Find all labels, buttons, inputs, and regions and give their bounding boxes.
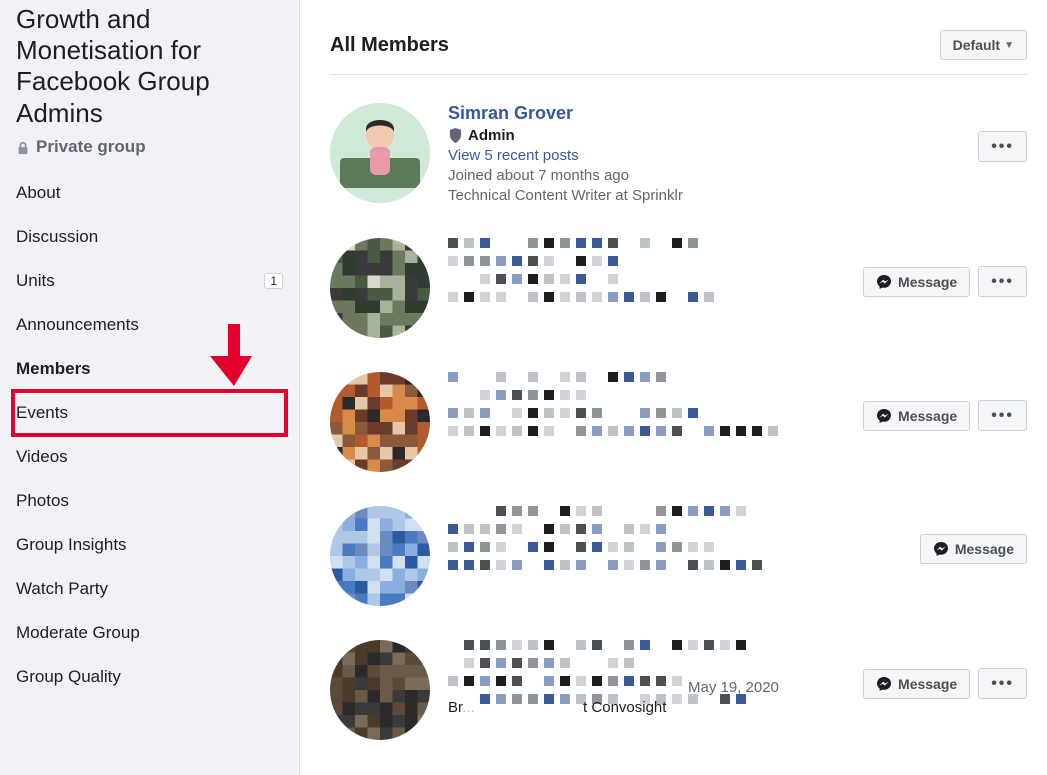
sidebar-item-about[interactable]: About <box>0 171 299 215</box>
member-name-link[interactable]: Simran Grover <box>448 103 960 124</box>
sidebar-item-label: Watch Party <box>16 579 108 599</box>
more-options-button[interactable]: ••• <box>978 668 1027 699</box>
member-actions: Message <box>920 534 1027 564</box>
messenger-icon <box>933 541 949 557</box>
member-row: Message <box>330 496 1027 630</box>
sidebar: Growth and Monetisation for Facebook Gro… <box>0 0 300 775</box>
member-row: Message ••• <box>330 362 1027 496</box>
member-avatar[interactable] <box>330 640 430 740</box>
messenger-icon <box>876 408 892 424</box>
member-info: May 19, 2020Br... t Convosight <box>448 640 845 716</box>
sidebar-item-moderate-group[interactable]: Moderate Group <box>0 611 299 655</box>
member-list: Simran Grover Admin View 5 recent posts Joi… <box>330 75 1027 764</box>
group-title: Growth and Monetisation for Facebook Gro… <box>0 4 299 137</box>
sidebar-item-badge: 1 <box>264 273 283 289</box>
message-label: Message <box>898 676 957 692</box>
sidebar-item-label: Group Quality <box>16 667 121 687</box>
sidebar-item-label: Moderate Group <box>16 623 140 643</box>
messenger-icon <box>876 676 892 692</box>
member-actions: Message ••• <box>863 668 1027 699</box>
lock-icon <box>16 140 30 154</box>
member-info <box>448 238 845 302</box>
message-button[interactable]: Message <box>863 401 970 431</box>
sort-label: Default <box>953 37 1000 53</box>
sidebar-item-units[interactable]: Units 1 <box>0 259 299 303</box>
admin-label: Admin <box>468 127 515 144</box>
work-text: Technical Content Writer at Sprinklr <box>448 187 960 204</box>
sidebar-item-group-insights[interactable]: Group Insights <box>0 523 299 567</box>
sidebar-item-announcements[interactable]: Announcements <box>0 303 299 347</box>
blurred-text-block <box>448 238 845 302</box>
sidebar-item-label: Members <box>16 359 91 379</box>
visible-work-fragment: Br... t Convosight <box>448 699 845 716</box>
more-options-button[interactable]: ••• <box>978 400 1027 431</box>
sidebar-item-label: Videos <box>16 447 68 467</box>
member-info <box>448 506 902 570</box>
member-row: Simran Grover Admin View 5 recent posts Joi… <box>330 93 1027 228</box>
sidebar-item-events[interactable]: Events <box>0 391 299 435</box>
message-label: Message <box>898 408 957 424</box>
more-options-button[interactable]: ••• <box>978 131 1027 162</box>
sidebar-item-label: Units <box>16 271 55 291</box>
sidebar-item-label: About <box>16 183 60 203</box>
blurred-text-block <box>448 372 845 436</box>
sidebar-item-watch-party[interactable]: Watch Party <box>0 567 299 611</box>
privacy-indicator: Private group <box>0 137 299 171</box>
member-row: Message ••• <box>330 228 1027 362</box>
message-button[interactable]: Message <box>863 267 970 297</box>
message-label: Message <box>898 274 957 290</box>
sidebar-item-label: Discussion <box>16 227 98 247</box>
members-header: All Members Default ▼ <box>330 30 1027 75</box>
member-row: May 19, 2020Br... t Convosight Message ••• <box>330 630 1027 764</box>
sidebar-item-label: Photos <box>16 491 69 511</box>
chevron-down-icon: ▼ <box>1004 40 1014 51</box>
sidebar-nav: About Discussion Units 1 Announcements Member… <box>0 171 299 699</box>
message-label: Message <box>955 541 1014 557</box>
member-avatar[interactable] <box>330 506 430 606</box>
member-actions: Message ••• <box>863 400 1027 431</box>
sort-dropdown[interactable]: Default ▼ <box>940 30 1027 60</box>
member-avatar[interactable] <box>330 372 430 472</box>
member-actions: Message ••• <box>863 266 1027 297</box>
messenger-icon <box>876 274 892 290</box>
message-button[interactable]: Message <box>863 669 970 699</box>
sidebar-item-label: Events <box>16 403 68 423</box>
sidebar-item-discussion[interactable]: Discussion <box>0 215 299 259</box>
member-avatar[interactable] <box>330 238 430 338</box>
sidebar-item-members[interactable]: Members <box>0 347 299 391</box>
member-info: Simran Grover Admin View 5 recent posts Joi… <box>448 103 960 204</box>
shield-icon <box>448 128 463 143</box>
sidebar-item-videos[interactable]: Videos <box>0 435 299 479</box>
main-content: All Members Default ▼ Simran Grover Admin… <box>300 0 1047 775</box>
recent-posts-link[interactable]: View 5 recent posts <box>448 147 960 164</box>
sidebar-item-photos[interactable]: Photos <box>0 479 299 523</box>
sidebar-item-group-quality[interactable]: Group Quality <box>0 655 299 699</box>
sidebar-item-label: Announcements <box>16 315 139 335</box>
more-options-button[interactable]: ••• <box>978 266 1027 297</box>
members-heading: All Members <box>330 34 449 57</box>
member-info <box>448 372 845 436</box>
member-actions: ••• <box>978 131 1027 162</box>
message-button[interactable]: Message <box>920 534 1027 564</box>
blurred-text-block <box>448 506 902 570</box>
sidebar-item-label: Group Insights <box>16 535 127 555</box>
member-avatar[interactable] <box>330 103 430 203</box>
privacy-label: Private group <box>36 137 146 157</box>
joined-text: Joined about 7 months ago <box>448 167 960 184</box>
admin-badge: Admin <box>448 127 960 144</box>
